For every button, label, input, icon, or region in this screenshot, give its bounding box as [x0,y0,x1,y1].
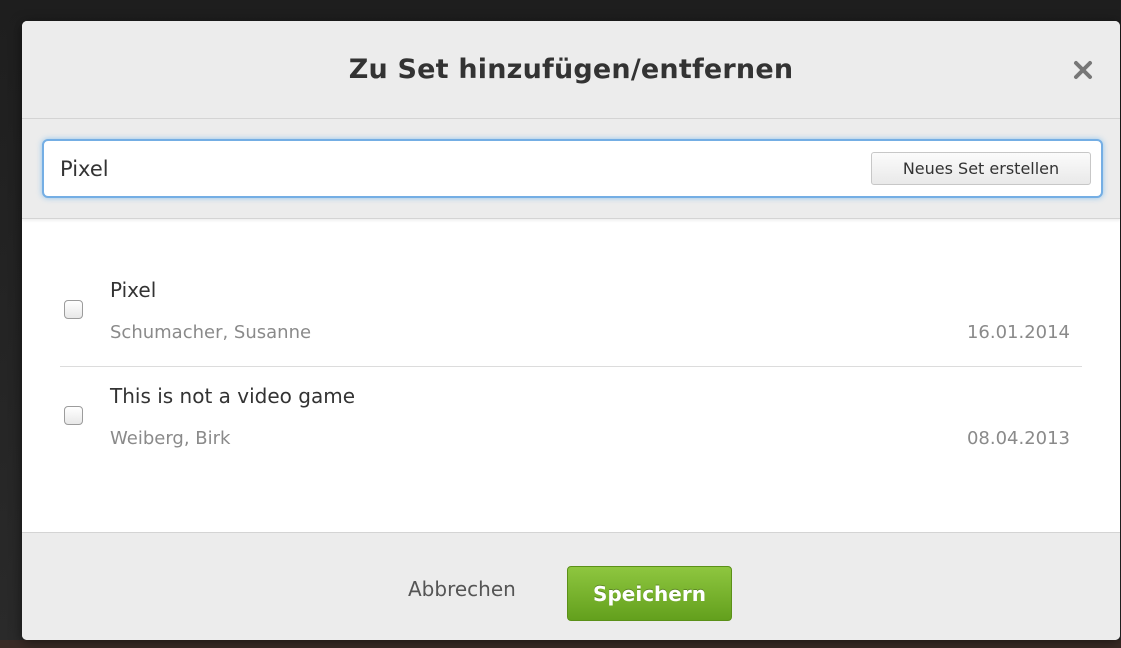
set-list-item[interactable]: Pixel Schumacher, Susanne 16.01.2014 [60,261,1082,366]
set-search-field: Neues Set erstellen [42,139,1103,198]
dialog-header: Zu Set hinzufügen/entfernen [22,21,1120,119]
set-checkbox[interactable] [64,300,83,319]
set-date: 08.04.2013 [966,428,1070,449]
save-button[interactable]: Speichern [567,566,732,621]
set-owner: Weiberg, Birk [110,428,231,449]
new-set-button[interactable]: Neues Set erstellen [871,152,1091,185]
set-search-input[interactable] [60,141,840,196]
dialog-footer: Abbrechen Speichern [22,532,1120,640]
backdrop-strip [0,640,1121,648]
search-bar: Neues Set erstellen [22,119,1120,219]
set-name: This is not a video game [110,384,356,408]
close-icon[interactable] [1070,57,1096,83]
set-list-item[interactable]: This is not a video game Weiberg, Birk 0… [60,366,1082,471]
set-owner: Schumacher, Susanne [110,322,312,343]
set-checkbox[interactable] [64,406,83,425]
dialog-title: Zu Set hinzufügen/entfernen [348,54,794,85]
add-to-set-dialog: Zu Set hinzufügen/entfernen Neues Set er… [22,21,1120,640]
set-name: Pixel [110,278,157,302]
set-list: Pixel Schumacher, Susanne 16.01.2014 Thi… [60,261,1082,471]
set-date: 16.01.2014 [966,322,1070,343]
cancel-link[interactable]: Abbrechen [408,577,516,601]
